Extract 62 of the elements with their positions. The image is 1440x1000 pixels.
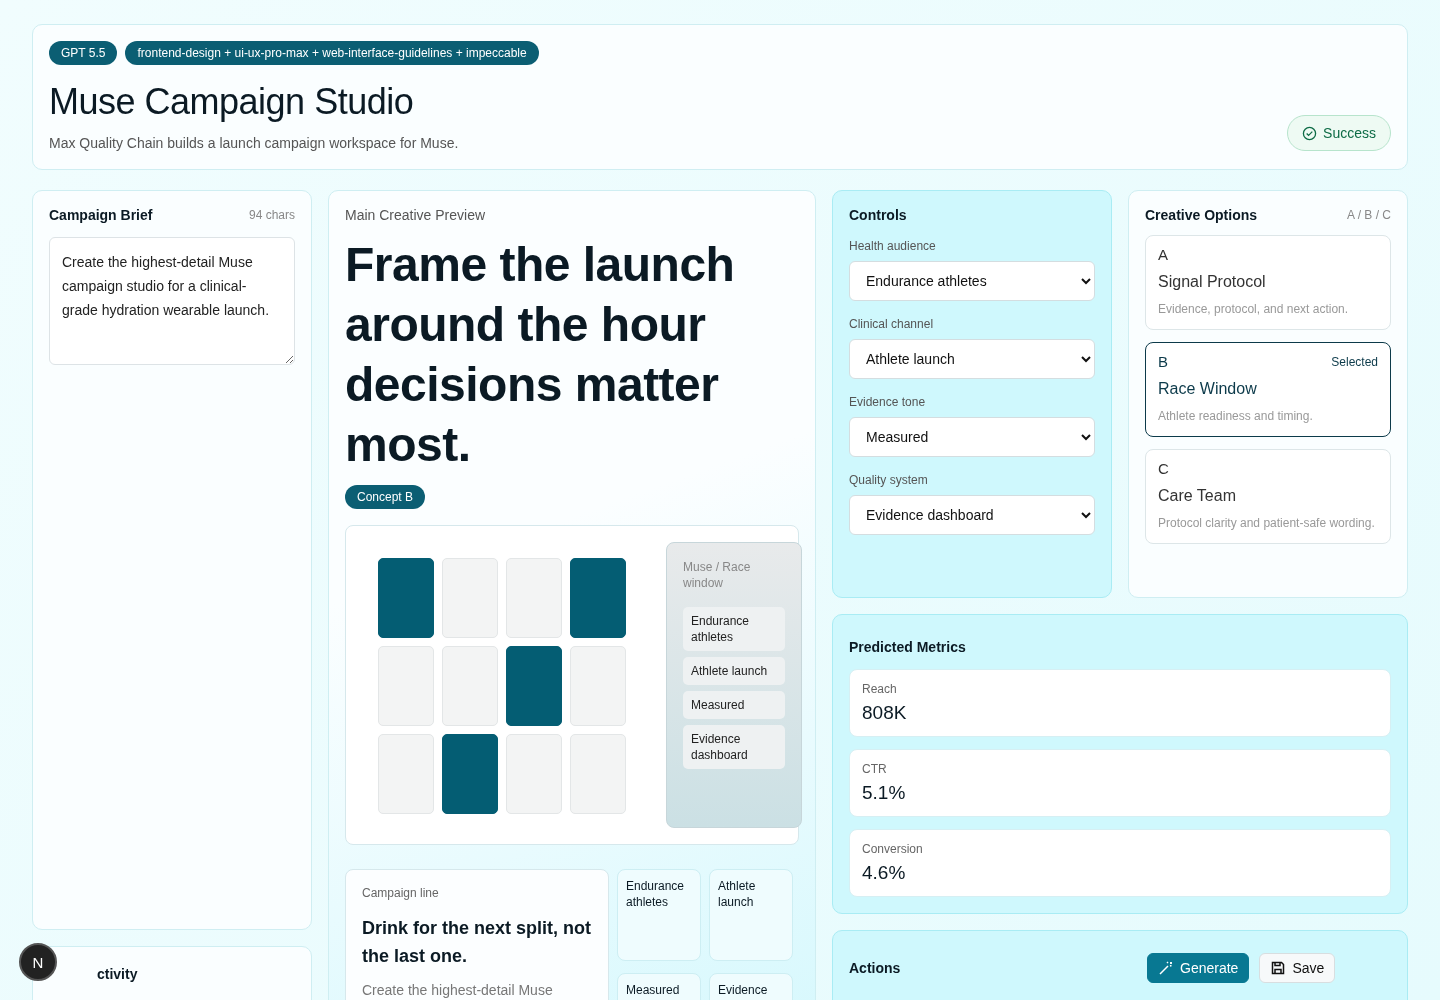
card-title: Main Creative Preview	[345, 207, 487, 223]
metric-label: Reach	[862, 682, 898, 696]
action-button[interactable]: Generate	[1147, 953, 1250, 983]
card-title: Controls	[849, 207, 908, 223]
preview-headline: Frame the launch around the hour decisions matter most.	[345, 237, 736, 473]
option-letters: A / B / C	[1347, 208, 1391, 222]
attribute-card: Endurance athletes	[617, 869, 701, 961]
check-circle-icon	[1302, 125, 1318, 141]
metric-label: Conversion	[862, 842, 924, 856]
tag-chip: Athlete launch	[683, 657, 785, 685]
option-card[interactable]: A Signal Protocol Evidence, protocol, and next action.	[1145, 235, 1391, 330]
tag-chip: Measured	[683, 691, 785, 719]
save-icon	[1270, 960, 1287, 976]
option-letter: B	[1158, 353, 1168, 370]
status-badge: Success	[1287, 115, 1391, 151]
field-label: Health audience	[849, 239, 937, 253]
select-field[interactable]: Evidence dashboard	[849, 495, 1095, 535]
field-label: Quality system	[849, 473, 929, 487]
action-button[interactable]: Save	[1259, 953, 1336, 983]
metric-value: 808K	[862, 702, 908, 724]
card-title: Campaign Brief	[49, 207, 153, 223]
selected-label: Selected	[1331, 354, 1378, 369]
select-field[interactable]: Endurance athletes	[849, 261, 1095, 301]
card-title: ctivity	[97, 966, 138, 982]
option-description: Evidence, protocol, and next action.	[1158, 301, 1350, 318]
tag-chip: Evidence dashboard	[683, 725, 785, 769]
option-name: Care Team	[1158, 487, 1237, 505]
option-card[interactable]: B Selected Race Window Athlete readiness and timing.	[1145, 342, 1391, 437]
card-label: Campaign line	[362, 886, 440, 900]
option-card[interactable]: C Care Team Protocol clarity and patient-safe wording.	[1145, 449, 1391, 544]
char-count: 94 chars	[248, 208, 295, 222]
card-title: Actions	[849, 960, 902, 976]
select-field[interactable]: Measured	[849, 417, 1095, 457]
brief-input[interactable]: Create the highest-detail Muse campaign studio for a clinical-grade hydration wearable launch.	[49, 237, 295, 365]
field-label: Evidence tone	[849, 395, 927, 409]
option-name: Signal Protocol	[1158, 273, 1267, 291]
select-field[interactable]: Athlete launch	[849, 339, 1095, 379]
magic-wand-icon	[1158, 960, 1174, 976]
panel-title: Muse / Race window	[683, 559, 752, 591]
page-subtitle: Max Quality Chain builds a launch campaign workspace for Muse.	[49, 135, 460, 151]
card-body: Create the highest-detail Muse	[362, 982, 554, 998]
option-letter: A	[1158, 246, 1168, 263]
option-letter: C	[1158, 460, 1169, 477]
campaign-line: Drink for the next split, not the last one.	[362, 917, 592, 968]
option-description: Protocol clarity and patient-safe wording.	[1158, 515, 1376, 532]
attribute-card: Evidence	[709, 973, 793, 1000]
field-label: Clinical channel	[849, 317, 935, 331]
model-badge: GPT 5.5	[49, 41, 118, 65]
card-title: Creative Options	[1145, 207, 1258, 223]
dev-badge[interactable]: N	[19, 943, 57, 981]
attribute-card: Athlete launch	[709, 869, 793, 961]
model-badge: frontend-design + ui-ux-pro-max + web-interface-guidelines + impeccable	[125, 41, 539, 65]
concept-badge: Concept B	[345, 485, 426, 509]
metric-value: 4.6%	[862, 862, 907, 884]
metric-value: 5.1%	[862, 782, 907, 804]
attribute-card: Measured	[617, 973, 701, 1000]
metric-label: CTR	[862, 762, 888, 776]
tag-chip: Endurance athletes	[683, 607, 785, 651]
option-description: Athlete readiness and timing.	[1158, 408, 1314, 425]
option-name: Race Window	[1158, 380, 1258, 398]
page-title: Muse Campaign Studio	[49, 81, 415, 123]
card-title: Predicted Metrics	[849, 639, 967, 655]
